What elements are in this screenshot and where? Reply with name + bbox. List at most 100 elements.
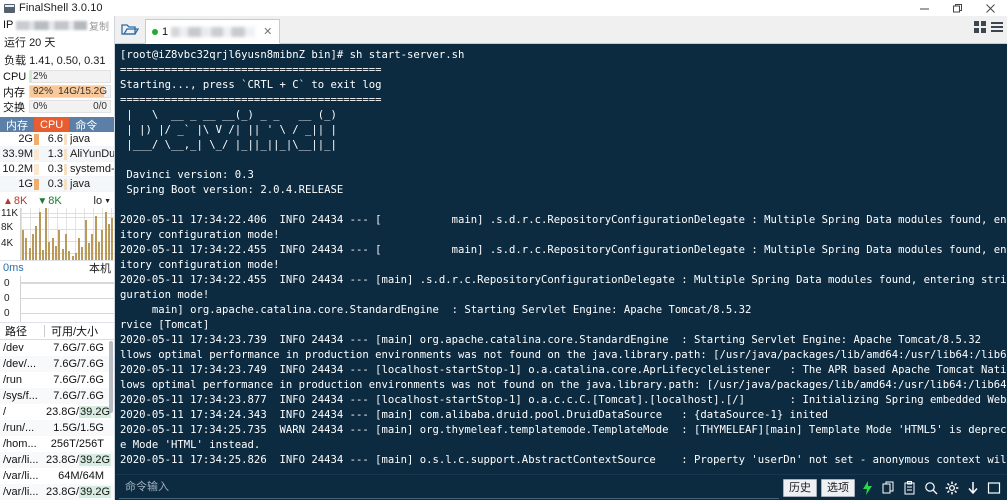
terminal-line: main] org.apache.catalina.core.StandardE… (120, 304, 752, 316)
network-bar (22, 229, 24, 260)
process-cpu-bar (64, 148, 67, 160)
memory-meter: 92% 14G/15.2G (29, 85, 111, 98)
disk-row[interactable]: /dev/... 7.6G/7.6G (0, 356, 114, 373)
disk-row[interactable]: /run/... 1.5G/1.5G (0, 420, 114, 437)
process-row[interactable]: 33.9M 1.3 AliYunDur (0, 147, 114, 162)
ip-label: IP (3, 19, 14, 31)
network-bar (68, 250, 71, 260)
disk-row[interactable]: /hom... 256T/256T (0, 436, 114, 453)
process-row[interactable]: 1G 0.3 java (0, 177, 114, 192)
network-chart-yaxis: 11K 8K 4K (0, 208, 20, 260)
grid-view-icon[interactable] (974, 21, 986, 33)
arrow-up-icon: ▲ (3, 195, 13, 207)
terminal-line: 2020-05-11 17:34:22.406 INFO 24434 --- [… (120, 214, 1007, 226)
tab-sort-cpu[interactable]: CPU (34, 117, 70, 132)
disk-usage: 7.6G/7.6G (53, 374, 104, 387)
disk-row[interactable]: /var/li... 23.8G/39.2G (0, 484, 114, 500)
terminal-line: 2020-05-11 17:34:23.749 INFO 24434 --- [… (120, 364, 1007, 376)
disk-row[interactable]: /run 7.6G/7.6G (0, 372, 114, 389)
ytick: 0 (4, 292, 10, 304)
tab-sort-memory[interactable]: 内存 (0, 117, 34, 132)
disk-header-usage: 可用/大小 (51, 326, 99, 339)
history-button[interactable]: 历史 (783, 478, 817, 497)
network-bar (88, 242, 90, 260)
network-bar (35, 225, 38, 260)
disk-scrollbar[interactable] (109, 341, 113, 414)
server-monitor-sidebar: IP 复制 运行 20 天 负载 1.41, 0.50, 0.31 CPU 2% (0, 16, 115, 500)
memory-detail: 14G/15.2G (58, 86, 107, 97)
list-view-icon[interactable] (991, 21, 1003, 33)
search-icon[interactable] (922, 479, 939, 496)
disk-usage: 256T/256T (50, 438, 104, 451)
download-icon[interactable] (964, 479, 981, 496)
ip-value-redacted (16, 20, 87, 30)
uptime-label: 运行 (4, 37, 26, 49)
tab-sort-command[interactable]: 命令 (69, 117, 114, 132)
terminal-line: | \ __ _ __ __(_) _ _ __ (_) (120, 109, 337, 121)
maximize-restore-button[interactable] (941, 0, 974, 16)
disk-usage: 23.8G/39.2G (46, 406, 111, 419)
terminal-line: Spring Boot version: 2.0.4.RELEASE (120, 184, 344, 196)
network-traffic-chart: 11K 8K 4K (0, 208, 114, 261)
disk-row[interactable]: /sys/f... 7.6G/7.6G (0, 388, 114, 405)
disk-usage-highlight: 39.2G (79, 454, 111, 467)
process-row[interactable]: 2G 6.6 java (0, 132, 114, 147)
terminal-line: 2020-05-11 17:34:25.826 INFO 24434 --- [… (120, 454, 1007, 466)
swap-label: 交换 (3, 101, 25, 114)
terminal-line: itory configuration mode! (120, 259, 280, 271)
terminal-line: ========================================… (120, 94, 382, 106)
title-bar: FinalShell 3.0.10 (0, 0, 1007, 16)
disk-usage: 1.5G/1.5G (53, 422, 104, 435)
disk-row[interactable]: /var/li... 64M/64M (0, 468, 114, 485)
close-icon[interactable]: ✕ (259, 25, 276, 38)
copy-ip-button[interactable]: 复制 (89, 18, 111, 33)
window-controls (908, 0, 1007, 16)
options-button[interactable]: 选项 (821, 478, 855, 497)
copy-icon[interactable] (880, 479, 897, 496)
disk-row[interactable]: /dev 7.6G/7.6G (0, 340, 114, 357)
paste-icon[interactable] (901, 479, 918, 496)
process-row[interactable]: 10.2M 0.3 systemd-j (0, 162, 114, 177)
process-memory-bar (34, 163, 39, 175)
uptime-row: 运行 20 天 (0, 33, 114, 51)
network-interface-selector[interactable]: lo ▼ (94, 195, 112, 207)
process-command: systemd-j (70, 163, 114, 175)
load-row: 负载 1.41, 0.50, 0.31 (0, 51, 114, 69)
ytick: 11K (1, 208, 19, 219)
network-bar (101, 229, 104, 260)
disk-path: /hom... (3, 438, 37, 451)
terminal-output[interactable]: [root@iZ8vbc32qrjl6yusn8mibnZ bin]# sh s… (115, 44, 1007, 474)
terminal-line: guration mode! (120, 289, 210, 301)
lightning-icon[interactable] (859, 479, 876, 496)
panel-icon[interactable] (985, 479, 1002, 496)
terminal-line: llows optimal performance in production … (120, 349, 1007, 361)
gear-icon[interactable] (943, 479, 960, 496)
status-buttons: 历史 选项 (783, 478, 1007, 497)
open-folder-icon[interactable] (115, 16, 145, 43)
cpu-meter: 2% (29, 70, 111, 83)
terminal-tab-1[interactable]: 1 ✕ (145, 19, 281, 44)
terminal-line: ========================================… (120, 64, 382, 76)
process-cpu: 6.6 (47, 133, 63, 145)
cpu-label: CPU (3, 70, 27, 83)
network-bar (74, 252, 77, 260)
command-input[interactable] (119, 476, 779, 499)
cpu-percent: 2% (33, 71, 48, 82)
terminal-line: 2020-05-11 17:34:22.455 INFO 24434 --- [… (120, 244, 1007, 256)
disk-usage: 7.6G/7.6G (53, 342, 104, 355)
network-bar (94, 215, 97, 260)
disk-header-path: 路径 (5, 326, 27, 339)
network-bar (51, 237, 54, 260)
network-chart-plot (20, 208, 114, 260)
ytick: 0 (4, 277, 10, 289)
disk-row[interactable]: / 23.8G/39.2G (0, 404, 114, 421)
latency-chart-plot (20, 275, 114, 323)
disk-row[interactable]: /var/li... 23.8G/39.2G (0, 452, 114, 469)
minimize-button[interactable] (908, 0, 941, 16)
process-sort-tabs: 内存 CPU 命令 (0, 117, 114, 132)
process-memory-bar (34, 148, 39, 160)
network-interface-label: lo (93, 195, 103, 207)
close-button[interactable] (974, 0, 1007, 16)
terminal-line: |___/ \__,_| \_/ |_||_||_|\__||_| (120, 139, 337, 151)
